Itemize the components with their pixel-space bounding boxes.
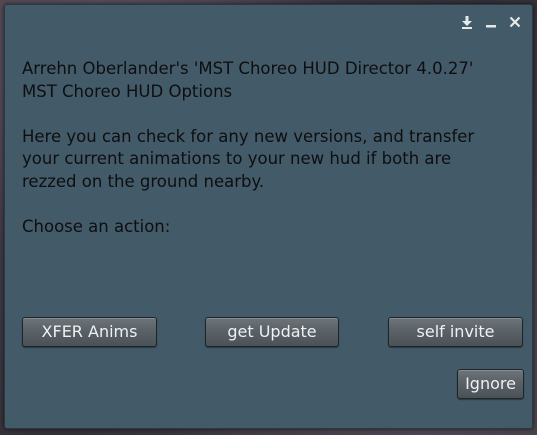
self-invite-button[interactable]: self invite xyxy=(388,317,523,347)
message-body: Here you can check for any new versions,… xyxy=(22,126,475,191)
dialog-message: Arrehn Oberlander's 'MST Choreo HUD Dire… xyxy=(22,58,522,238)
minimize-icon[interactable] xyxy=(482,13,500,31)
window-controls xyxy=(458,13,524,31)
message-prompt: Choose an action: xyxy=(22,216,171,236)
ignore-button[interactable]: Ignore xyxy=(457,369,524,399)
close-icon[interactable] xyxy=(506,13,524,31)
dock-icon[interactable] xyxy=(458,13,476,31)
script-dialog: Arrehn Oberlander's 'MST Choreo HUD Dire… xyxy=(4,4,533,429)
get-update-button[interactable]: get Update xyxy=(205,317,339,347)
message-header: Arrehn Oberlander's 'MST Choreo HUD Dire… xyxy=(22,59,474,101)
xfer-anims-button[interactable]: XFER Anims xyxy=(22,317,157,347)
